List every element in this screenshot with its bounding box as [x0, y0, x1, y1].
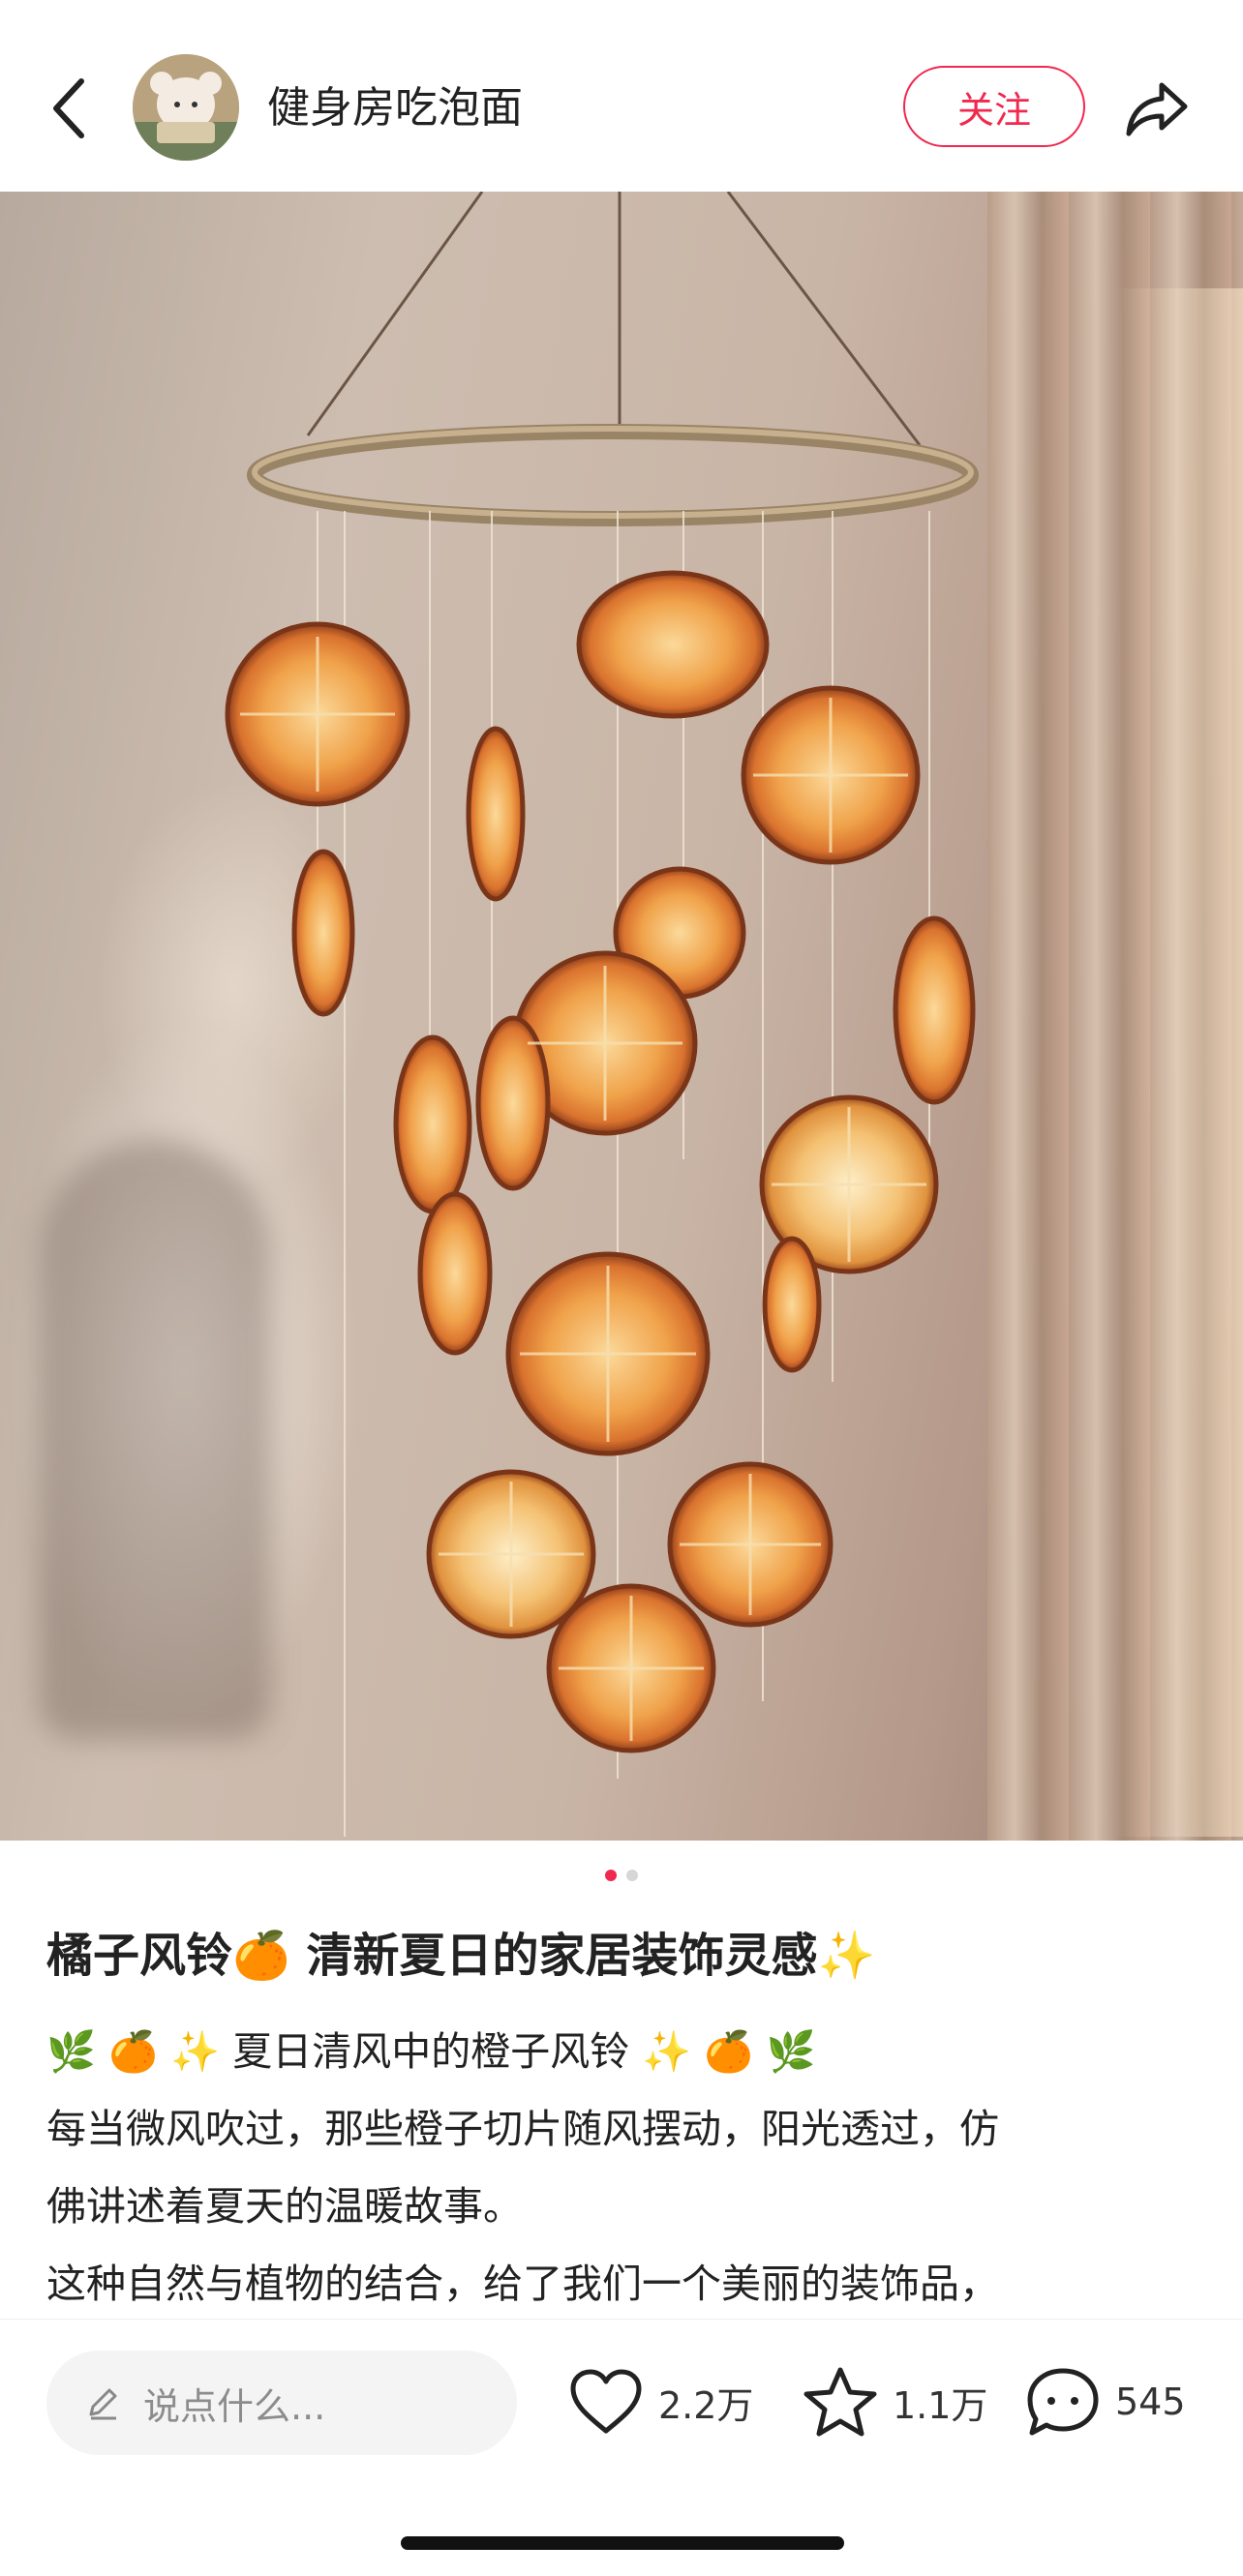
back-button[interactable]	[43, 70, 101, 147]
carousel-indicator	[0, 1870, 1243, 1885]
follow-button[interactable]: 关注	[903, 66, 1085, 147]
share-button[interactable]	[1123, 74, 1193, 143]
avatar-image	[133, 54, 239, 161]
like-button[interactable]: 2.2万	[567, 2358, 753, 2445]
carousel-dot[interactable]	[626, 1870, 638, 1881]
post-header: 健身房吃泡面 关注	[0, 0, 1243, 192]
pencil-icon	[89, 2388, 117, 2420]
heart-icon	[570, 2369, 642, 2434]
post-line: 这种自然与植物的结合，给了我们一个美丽的装饰品，	[46, 2261, 999, 2307]
like-count: 2.2万	[658, 2383, 754, 2427]
avatar[interactable]	[133, 54, 239, 161]
comment-bubble-icon	[1027, 2368, 1099, 2436]
author-name[interactable]: 健身房吃泡面	[267, 79, 523, 137]
post-body: 🌿 🍊 ✨ 夏日清风中的橙子风铃 ✨ 🍊 🌿 每当微风吹过，那些橙子切片随风摆动…	[46, 2013, 1198, 2322]
carousel-dot-active[interactable]	[605, 1870, 617, 1881]
comment-button[interactable]: 545	[1024, 2358, 1186, 2445]
post-line: 每当微风吹过，那些橙子切片随风摆动，阳光透过，仿	[46, 2106, 999, 2152]
comment-count: 545	[1115, 2381, 1186, 2423]
post-line: 佛讲述着夏天的温暖故事。	[46, 2183, 523, 2230]
post-title: 橘子风铃🍊 清新夏日的家居装饰灵感✨	[46, 1929, 876, 1983]
favorite-button[interactable]: 1.1万	[802, 2358, 987, 2445]
comment-input[interactable]: 说点什么...	[46, 2351, 517, 2455]
post-line: 🌿 🍊 ✨ 夏日清风中的橙子风铃 ✨ 🍊 🌿	[46, 2028, 816, 2075]
chevron-left-icon	[53, 78, 84, 138]
comment-placeholder: 说点什么...	[143, 2384, 326, 2428]
post-image[interactable]	[0, 192, 1243, 1841]
bottom-action-bar: 说点什么... 2.2万 1.1万 545	[0, 2319, 1243, 2576]
star-icon	[803, 2367, 877, 2437]
favorite-count: 1.1万	[893, 2383, 988, 2427]
share-arrow-icon	[1126, 82, 1188, 136]
home-indicator[interactable]	[401, 2536, 844, 2550]
orange-wind-chime	[225, 192, 979, 1837]
